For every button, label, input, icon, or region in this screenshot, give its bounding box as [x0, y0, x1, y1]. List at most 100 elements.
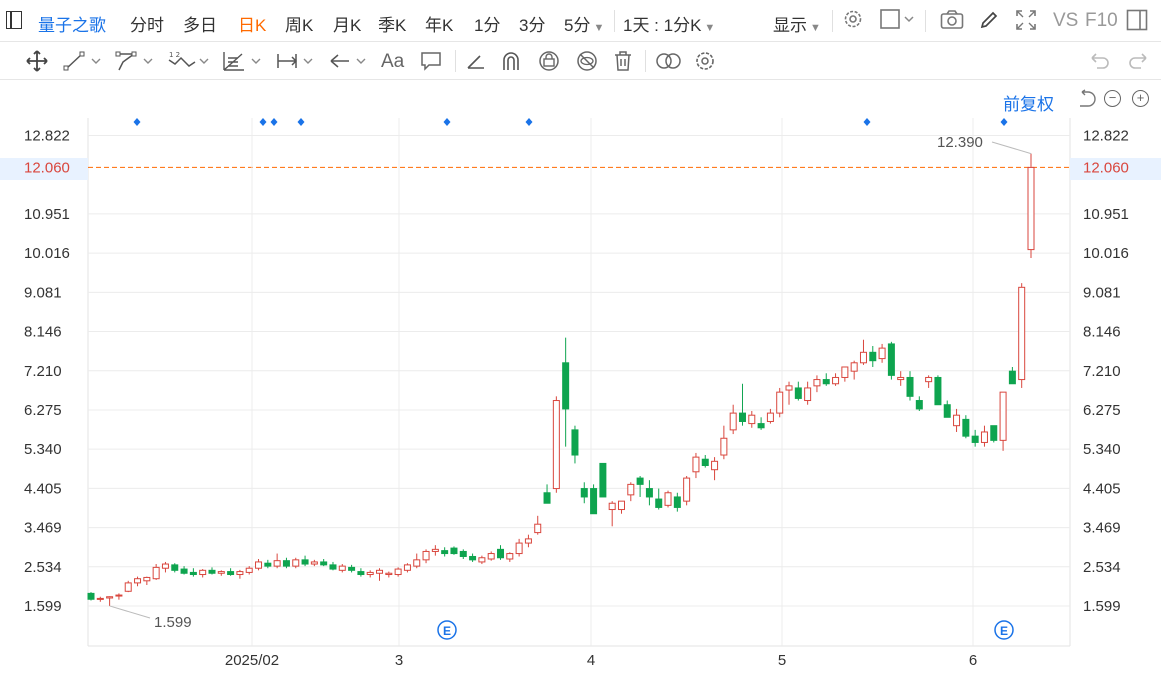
- candle-body: [1018, 286, 1026, 381]
- candle-body: [208, 569, 216, 574]
- period-dropdown[interactable]: 5分 ▼: [564, 11, 604, 36]
- line-icon[interactable]: [63, 50, 105, 72]
- candle-body: [403, 564, 411, 571]
- candle: [413, 553, 421, 569]
- x-tick-label: 3: [395, 652, 403, 669]
- candle: [953, 408, 961, 432]
- candle-body: [571, 429, 579, 456]
- period-tab[interactable]: 年K: [425, 11, 453, 36]
- candle-body: [590, 488, 598, 515]
- y-axis-left: 12.822 12.060 10.951 10.016 9.081 8.146 7.210 6…: [24, 127, 70, 615]
- period-tab[interactable]: 季K: [378, 11, 406, 36]
- divider: [645, 50, 646, 72]
- intraday-dropdown[interactable]: 1天 : 1分K ▼: [623, 11, 715, 36]
- range-icon[interactable]: [275, 50, 319, 72]
- candle-body: [748, 414, 756, 425]
- divider: [614, 10, 615, 32]
- chevron-down-icon: ▼: [704, 22, 716, 34]
- wave-icon[interactable]: 1 2: [167, 50, 213, 72]
- candle-body: [124, 582, 132, 592]
- candle-body: [134, 578, 142, 584]
- candle-body: [264, 562, 272, 567]
- candle: [776, 387, 784, 418]
- vs-button[interactable]: VS: [1053, 10, 1078, 32]
- candle-body: [608, 502, 616, 511]
- candle-body: [1027, 166, 1035, 251]
- period-tab[interactable]: 多日: [183, 11, 217, 36]
- candle-body: [87, 592, 95, 600]
- polyline-icon[interactable]: [115, 50, 157, 72]
- candle-body: [878, 347, 886, 360]
- period-tab[interactable]: 月K: [333, 11, 361, 36]
- candle-body: [115, 594, 123, 597]
- move-icon[interactable]: [25, 50, 49, 72]
- redo-icon[interactable]: [1126, 50, 1150, 72]
- y-tick-label-right: 10.951: [1083, 206, 1129, 223]
- settings-icon[interactable]: [694, 50, 716, 72]
- candle: [813, 375, 821, 393]
- camera-icon[interactable]: [940, 9, 964, 36]
- event-diamond-icon: [133, 118, 141, 126]
- measure-icon[interactable]: [222, 50, 266, 72]
- event-diamond-icon: [863, 118, 871, 126]
- period-tab[interactable]: 分时: [130, 11, 164, 36]
- candle-body: [645, 488, 653, 498]
- candle-body: [413, 559, 421, 567]
- candle: [655, 488, 663, 510]
- candle: [422, 549, 430, 564]
- period-tab[interactable]: 1分: [474, 11, 500, 36]
- gear-icon[interactable]: [842, 8, 864, 35]
- hide-icon[interactable]: [575, 50, 599, 72]
- display-dropdown[interactable]: 显示 ▼: [773, 11, 821, 36]
- candle: [394, 567, 402, 577]
- y-tick-label-right: 4.405: [1083, 480, 1121, 497]
- sidebar-toggle-icon[interactable]: [6, 11, 22, 29]
- panel-toggle-icon[interactable]: [1126, 9, 1148, 36]
- candlestick-chart[interactable]: 12.822 12.060 10.951 10.016 9.081 8.146 7.210 6…: [0, 80, 1161, 688]
- text-icon[interactable]: Aa: [381, 51, 404, 73]
- candle-body: [776, 391, 784, 414]
- candle: [999, 391, 1007, 451]
- arrow-icon[interactable]: [329, 50, 371, 72]
- ruler-icon[interactable]: [465, 50, 487, 72]
- undo-icon[interactable]: [1088, 50, 1112, 72]
- y-tick-label-left: 2.534: [24, 559, 62, 576]
- event-diamond-icon: [1000, 118, 1008, 126]
- candle: [273, 553, 281, 569]
- candle: [376, 568, 384, 581]
- comment-icon[interactable]: [420, 50, 442, 72]
- period-tab[interactable]: 3分: [519, 11, 545, 36]
- candle-body: [841, 366, 849, 378]
- y-tick-label-right: 10.016: [1083, 245, 1129, 262]
- candle-body: [478, 557, 486, 563]
- delete-icon[interactable]: [612, 50, 634, 72]
- candle: [236, 569, 244, 579]
- candle-body: [729, 412, 737, 431]
- candle: [301, 555, 309, 567]
- f10-button[interactable]: F10: [1085, 10, 1118, 32]
- candle-body: [552, 400, 560, 490]
- earnings-marker-icon: E: [994, 620, 1014, 640]
- lock-icon[interactable]: [537, 50, 561, 72]
- intraday-label: 1天 : 1分K: [623, 16, 702, 35]
- layout-dropdown[interactable]: [880, 9, 916, 36]
- candle: [431, 545, 439, 556]
- candle: [822, 373, 830, 386]
- pencil-icon[interactable]: [978, 9, 1000, 36]
- candle: [459, 549, 467, 560]
- period-tab[interactable]: 周K: [285, 11, 313, 36]
- candle: [729, 404, 737, 435]
- candle: [469, 553, 477, 562]
- y-tick-label-right: 2.534: [1083, 559, 1121, 576]
- period-tab-active[interactable]: 日K: [238, 11, 266, 36]
- stock-name[interactable]: 量子之歌: [38, 11, 106, 36]
- event-diamond-icon: [297, 118, 305, 126]
- compare-icon[interactable]: [655, 50, 683, 72]
- candle: [199, 569, 207, 578]
- magnet-icon[interactable]: [500, 50, 522, 72]
- candle: [255, 559, 263, 571]
- fullscreen-icon[interactable]: [1015, 9, 1037, 36]
- x-tick-label: 6: [969, 652, 977, 669]
- candle-body: [1008, 370, 1016, 385]
- candle: [580, 482, 588, 504]
